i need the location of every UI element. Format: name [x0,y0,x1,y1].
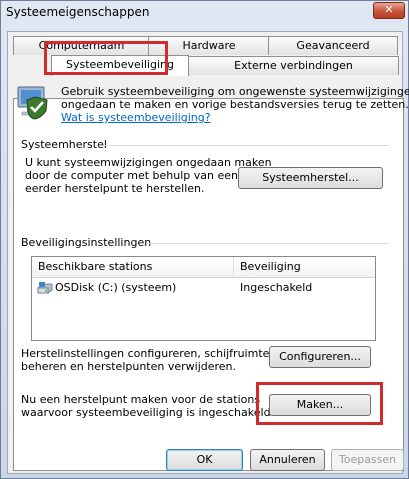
close-icon: ✕ [384,3,394,16]
restore-text-2: door de computer met behulp van een [25,169,239,182]
highlight-box-tab [44,41,168,75]
apply-button[interactable]: Toepassen [331,449,404,471]
system-restore-heading: Systeemherstel [21,138,107,151]
system-properties-window: Systeemeigenschappen ✕ Computernaam Hard… [0,0,409,479]
create-text-1: Nu een herstelpunt maken voor de station… [21,393,261,406]
create-text-2: waarvoor systeembeveiliging is ingeschak… [21,406,275,419]
intro-line-1: Gebruik systeembeveiliging om ongewenste… [61,85,409,98]
configure-button[interactable]: Configureren... [269,346,371,368]
configure-text-1: Herstelinstellingen configureren, schijf… [21,347,270,360]
cancel-button[interactable]: Annuleren [250,449,325,471]
configure-description: Herstelinstellingen configureren, schijf… [21,347,269,373]
highlight-box-create-button [256,382,383,425]
group-divider [103,145,389,146]
create-description: Nu een herstelpunt maken voor de station… [21,393,274,419]
system-restore-button[interactable]: Systeemherstel... [238,167,383,189]
intro-line-2: ongedaan te maken en vorige bestandsvers… [61,98,409,111]
protection-settings-heading: Beveiligingsinstellingen [21,236,152,249]
protection-drives-list[interactable]: Beschikbare stations Beveiliging OSDisk … [31,256,376,341]
tab-geavanceerd[interactable]: Geavanceerd [268,36,398,55]
column-header-protection[interactable]: Beveiliging [234,257,375,277]
ok-button[interactable]: OK [166,449,243,471]
intro-text: Gebruik systeembeveiliging om ongewenste… [61,85,409,124]
what-is-system-protection-link[interactable]: Wat is systeembeveiliging? [61,111,409,124]
close-button[interactable]: ✕ [373,2,405,19]
restore-text-1: U kunt systeemwijzigingen ongedaan maken [25,156,272,169]
group-divider [147,243,389,244]
configure-text-2: beheren en herstelpunten verwijderen. [21,360,237,373]
drive-name: OSDisk (C:) (systeem) [55,281,177,294]
hard-disk-icon [37,281,53,295]
window-title: Systeemeigenschappen [6,5,150,19]
tab-externe-verbindingen[interactable]: Externe verbindingen [188,56,399,75]
system-restore-description: U kunt systeemwijzigingen ongedaan maken… [25,156,272,195]
title-bar[interactable]: Systeemeigenschappen ✕ [1,1,408,25]
system-protection-shield-icon [15,83,51,121]
column-header-drives[interactable]: Beschikbare stations [32,257,234,277]
table-row[interactable]: OSDisk (C:) (systeem) Ingeschakeld [32,278,375,298]
list-header: Beschikbare stations Beveiliging [32,257,375,278]
drive-protection-status: Ingeschakeld [240,281,313,294]
restore-text-3: eerder herstelpunt te herstellen. [25,182,205,195]
